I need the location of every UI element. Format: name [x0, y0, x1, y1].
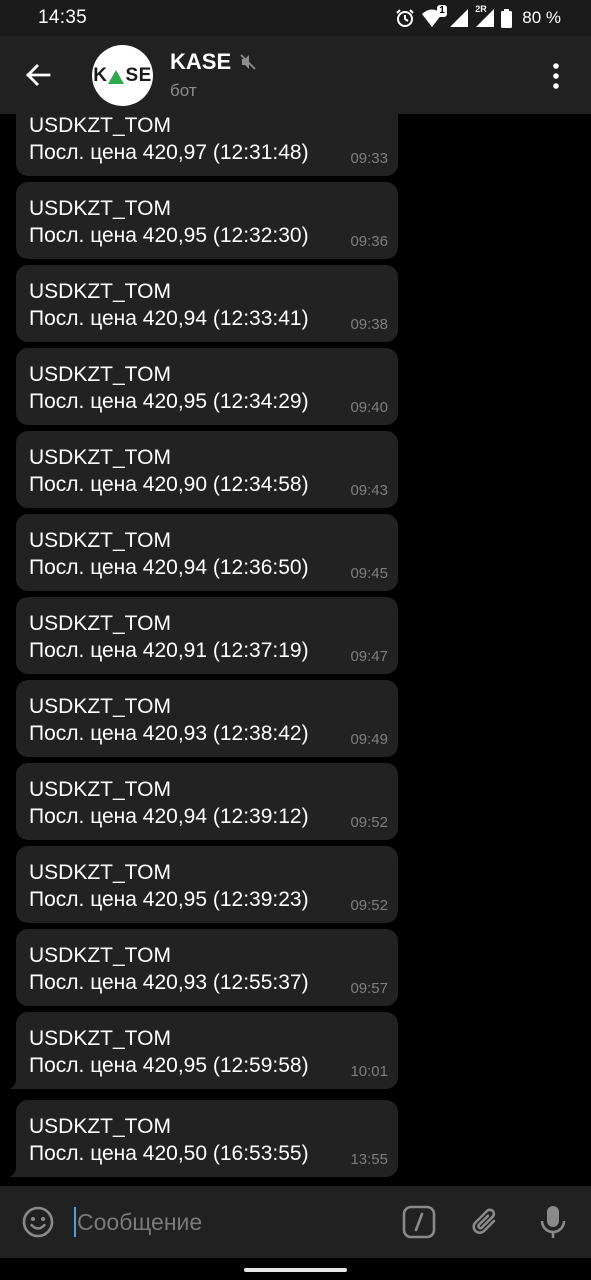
- message-bubble[interactable]: USDKZT_TOM Посл. цена 420,91 (12:37:19) …: [16, 597, 398, 674]
- chat-title[interactable]: KASE: [170, 49, 257, 75]
- message-time: 10:01: [350, 1063, 388, 1080]
- message-time: 09:45: [350, 565, 388, 582]
- message-bubble[interactable]: USDKZT_TOM Посл. цена 420,95 (12:39:23) …: [16, 846, 398, 923]
- chat-header: K SE KASE бот: [0, 36, 591, 114]
- message-ticker: USDKZT_TOM: [29, 1115, 171, 1138]
- message-list[interactable]: USDKZT_TOM Посл. цена 420,97 (12:31:48) …: [0, 114, 591, 1186]
- smiley-icon: [22, 1206, 54, 1238]
- message-price: Посл. цена 420,94 (12:33:41): [29, 307, 309, 330]
- microphone-icon: [540, 1206, 566, 1238]
- signal-icon: [449, 8, 469, 28]
- message-bubble[interactable]: USDKZT_TOM Посл. цена 420,95 (12:34:29) …: [16, 348, 398, 425]
- slash-command-icon: [402, 1205, 436, 1239]
- message-input[interactable]: [77, 1204, 367, 1240]
- message-ticker: USDKZT_TOM: [29, 695, 171, 718]
- message-ticker: USDKZT_TOM: [29, 197, 171, 220]
- message-composer: [0, 1186, 591, 1258]
- message-time: 09:40: [350, 399, 388, 416]
- emoji-button[interactable]: [20, 1204, 56, 1240]
- message-bubble[interactable]: USDKZT_TOM Посл. цена 420,95 (12:59:58) …: [16, 1012, 398, 1089]
- system-nav-bar: [0, 1258, 591, 1280]
- message-price: Посл. цена 420,95 (12:59:58): [29, 1054, 309, 1077]
- message-price: Посл. цена 420,95 (12:39:23): [29, 888, 309, 911]
- muted-icon: [240, 54, 256, 70]
- avatar[interactable]: K SE: [92, 45, 153, 106]
- kase-logo-triangle: [108, 69, 125, 84]
- text-caret: [74, 1207, 76, 1237]
- message-price: Посл. цена 420,91 (12:37:19): [29, 639, 309, 662]
- message-price: Посл. цена 420,95 (12:34:29): [29, 390, 309, 413]
- attach-button[interactable]: [468, 1204, 504, 1240]
- message-bubble[interactable]: USDKZT_TOM Посл. цена 420,90 (12:34:58) …: [16, 431, 398, 508]
- message-bubble[interactable]: USDKZT_TOM Посл. цена 420,94 (12:39:12) …: [16, 763, 398, 840]
- message-bubble[interactable]: USDKZT_TOM Посл. цена 420,95 (12:32:30) …: [16, 182, 398, 259]
- message-bubble[interactable]: USDKZT_TOM Посл. цена 420,93 (12:55:37) …: [16, 929, 398, 1006]
- more-menu-button[interactable]: [541, 58, 571, 94]
- message-time: 09:47: [350, 648, 388, 665]
- battery-percent: 80 %: [522, 8, 561, 27]
- message-time: 09:52: [350, 897, 388, 914]
- message-price: Посл. цена 420,93 (12:55:37): [29, 971, 309, 994]
- message-price: Посл. цена 420,97 (12:31:48): [29, 141, 309, 164]
- arrow-left-icon: [26, 64, 51, 86]
- message-time: 09:49: [350, 731, 388, 748]
- message-price: Посл. цена 420,95 (12:32:30): [29, 224, 309, 247]
- message-time: 09:33: [350, 150, 388, 167]
- message-input-wrapper[interactable]: [74, 1204, 374, 1240]
- message-time: 09:52: [350, 814, 388, 831]
- message-time: 13:55: [350, 1151, 388, 1168]
- message-time: 09:38: [350, 316, 388, 333]
- message-bubble[interactable]: USDKZT_TOM Посл. цена 420,94 (12:36:50) …: [16, 514, 398, 591]
- message-ticker: USDKZT_TOM: [29, 529, 171, 552]
- voice-message-button[interactable]: [535, 1203, 571, 1241]
- message-ticker: USDKZT_TOM: [29, 446, 171, 469]
- message-time: 09:36: [350, 233, 388, 250]
- message-ticker: USDKZT_TOM: [29, 114, 171, 137]
- message-ticker: USDKZT_TOM: [29, 861, 171, 884]
- chat-subtitle: бот: [170, 81, 197, 100]
- home-indicator[interactable]: [244, 1268, 347, 1272]
- notification-badge: 1: [437, 5, 447, 17]
- paperclip-icon: [472, 1208, 496, 1234]
- bot-commands-button[interactable]: [401, 1204, 437, 1240]
- message-bubble[interactable]: USDKZT_TOM Посл. цена 420,50 (16:53:55) …: [16, 1100, 398, 1177]
- message-ticker: USDKZT_TOM: [29, 1027, 171, 1050]
- status-icons: 1 2R 80 %: [395, 4, 561, 28]
- message-time: 09:57: [350, 980, 388, 997]
- message-price: Посл. цена 420,93 (12:38:42): [29, 722, 309, 745]
- status-time: 14:35: [38, 7, 88, 28]
- message-price: Посл. цена 420,94 (12:36:50): [29, 556, 309, 579]
- roaming-label: 2R: [475, 4, 487, 14]
- wifi-icon: 1: [421, 5, 447, 28]
- back-button[interactable]: [18, 55, 58, 95]
- message-ticker: USDKZT_TOM: [29, 363, 171, 386]
- message-ticker: USDKZT_TOM: [29, 778, 171, 801]
- battery-icon: [501, 8, 513, 28]
- message-time: 09:43: [350, 482, 388, 499]
- message-price: Посл. цена 420,94 (12:39:12): [29, 805, 309, 828]
- status-bar: 14:35 1 2R 80 %: [0, 0, 591, 36]
- message-price: Посл. цена 420,90 (12:34:58): [29, 473, 309, 496]
- message-ticker: USDKZT_TOM: [29, 944, 171, 967]
- message-bubble[interactable]: USDKZT_TOM Посл. цена 420,97 (12:31:48) …: [16, 114, 398, 176]
- more-vertical-icon: [553, 63, 559, 89]
- message-ticker: USDKZT_TOM: [29, 280, 171, 303]
- message-price: Посл. цена 420,50 (16:53:55): [29, 1142, 309, 1165]
- message-bubble[interactable]: USDKZT_TOM Посл. цена 420,94 (12:33:41) …: [16, 265, 398, 342]
- message-ticker: USDKZT_TOM: [29, 612, 171, 635]
- signal-roaming-icon: 2R: [475, 4, 495, 28]
- chat-title-text: KASE: [170, 49, 232, 74]
- message-bubble[interactable]: USDKZT_TOM Посл. цена 420,93 (12:38:42) …: [16, 680, 398, 757]
- alarm-icon: [395, 8, 415, 28]
